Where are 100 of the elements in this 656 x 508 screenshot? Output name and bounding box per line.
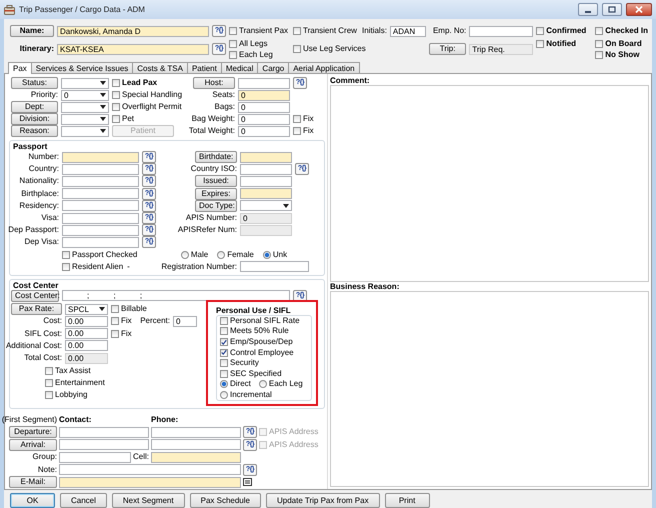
dropdown[interactable]: SPCL: [65, 304, 108, 315]
form-button[interactable]: Status:: [11, 77, 58, 89]
text-field[interactable]: 0.00: [65, 328, 108, 340]
radio-button[interactable]: Unk: [262, 250, 288, 259]
text-field[interactable]: [62, 236, 139, 248]
text-field[interactable]: [62, 176, 139, 187]
text-field[interactable]: [59, 426, 149, 438]
text-field[interactable]: [240, 188, 292, 200]
checkbox[interactable]: Confirmed: [536, 27, 586, 35]
dialog-button[interactable]: Pax Schedule: [190, 493, 261, 508]
business-reason-field[interactable]: [330, 290, 649, 487]
checkbox[interactable]: Transient Crew: [293, 27, 357, 35]
checkbox[interactable]: Control Employee: [220, 348, 308, 357]
dialog-button[interactable]: Update Trip Pax from Pax: [266, 493, 380, 508]
tab[interactable]: Patient: [186, 62, 222, 73]
radio-button[interactable]: Each Leg: [258, 380, 303, 388]
checkbox[interactable]: All Legs: [229, 40, 268, 48]
tab[interactable]: Aerial Application: [288, 62, 360, 73]
text-field[interactable]: [469, 26, 534, 36]
text-field[interactable]: [62, 188, 139, 200]
text-field[interactable]: [238, 78, 290, 88]
form-button[interactable]: Birthdate:: [195, 151, 237, 164]
form-button[interactable]: Departure:: [9, 426, 57, 438]
text-field[interactable]: 0: [238, 126, 290, 136]
radio-button[interactable]: Incremental: [220, 391, 272, 400]
text-field[interactable]: 0.00: [65, 316, 108, 327]
text-field[interactable]: [62, 164, 139, 175]
text-field[interactable]: 0.00: [65, 352, 108, 364]
radio-button[interactable]: Male: [180, 250, 208, 259]
text-field[interactable]: [151, 426, 241, 438]
text-field[interactable]: Trip Req.: [469, 44, 534, 54]
checkbox[interactable]: Lead Pax: [112, 79, 158, 87]
form-button[interactable]: E-Mail:: [9, 476, 57, 488]
checkbox[interactable]: Fix: [293, 115, 314, 123]
text-field[interactable]: ; ; ;: [62, 290, 290, 302]
checkbox[interactable]: Lobbying: [45, 391, 88, 400]
tab[interactable]: Medical: [220, 62, 258, 73]
form-button[interactable]: Pax Rate:: [11, 303, 62, 316]
text-field[interactable]: 0: [238, 90, 290, 100]
checkbox[interactable]: Use Leg Services: [293, 45, 366, 53]
radio-button[interactable]: Female: [217, 250, 254, 259]
checkbox[interactable]: Overflight Permit: [112, 103, 182, 111]
form-button[interactable]: Name:: [10, 25, 54, 37]
text-field[interactable]: [240, 152, 292, 163]
form-button[interactable]: Dept:: [11, 101, 58, 113]
checkbox[interactable]: Fix: [111, 317, 132, 326]
form-button[interactable]: Division:: [11, 113, 58, 125]
dropdown[interactable]: [61, 102, 109, 112]
checkbox[interactable]: Passport Checked: [62, 250, 138, 259]
checkbox[interactable]: Entertainment: [45, 378, 105, 387]
text-field[interactable]: [240, 176, 292, 187]
tab[interactable]: Services & Service Issues: [30, 62, 134, 73]
checkbox[interactable]: Meets 50% Rule: [220, 327, 308, 336]
form-button[interactable]: Issued:: [195, 175, 237, 188]
checkbox[interactable]: Transient Pax: [229, 27, 288, 35]
form-button[interactable]: Arrival:: [9, 438, 57, 451]
maximize-button[interactable]: [602, 3, 622, 16]
text-field[interactable]: [59, 464, 241, 476]
tab[interactable]: Pax: [8, 62, 32, 74]
tab[interactable]: Cargo: [257, 62, 290, 73]
dropdown[interactable]: [61, 78, 109, 88]
text-field[interactable]: 0: [173, 316, 197, 327]
form-button[interactable]: Reason:: [11, 125, 58, 137]
form-button[interactable]: Cost Center:: [11, 290, 59, 302]
text-field[interactable]: [62, 224, 139, 236]
dropdown[interactable]: [61, 126, 109, 136]
dropdown[interactable]: 0: [61, 90, 109, 100]
checkbox[interactable]: Personal SIFL Rate: [220, 316, 308, 325]
form-button[interactable]: Expires:: [195, 188, 237, 200]
dropdown[interactable]: [61, 114, 109, 124]
text-field[interactable]: KSAT-KSEA: [57, 44, 209, 54]
text-field[interactable]: [240, 261, 309, 272]
checkbox[interactable]: Fix: [111, 330, 132, 338]
checkbox[interactable]: Billable: [111, 305, 147, 314]
text-field[interactable]: [240, 224, 292, 236]
close-button[interactable]: [626, 3, 652, 16]
text-field[interactable]: [59, 452, 131, 463]
text-field[interactable]: [151, 439, 241, 450]
text-field[interactable]: [59, 439, 149, 450]
checkbox[interactable]: Security: [220, 359, 308, 368]
text-field[interactable]: Dankowski, Amanda D: [57, 26, 209, 36]
tab[interactable]: Costs & TSA: [132, 62, 188, 73]
checkbox[interactable]: Emp/Spouse/Dep: [220, 338, 308, 346]
form-button[interactable]: Host:: [193, 77, 235, 89]
text-field[interactable]: [240, 164, 292, 175]
checkbox[interactable]: Pet: [112, 115, 134, 123]
checkbox[interactable]: Fix: [293, 127, 314, 135]
text-field[interactable]: 0: [238, 102, 290, 112]
minimize-button[interactable]: [578, 3, 598, 16]
text-field[interactable]: [151, 452, 241, 463]
text-field[interactable]: 0: [238, 114, 290, 124]
dialog-button[interactable]: OK: [10, 493, 55, 508]
checkbox[interactable]: Resident Alien: [62, 262, 124, 271]
checkbox[interactable]: Notified: [536, 40, 576, 48]
comment-field[interactable]: [330, 85, 649, 282]
text-field[interactable]: [62, 212, 139, 224]
text-field[interactable]: 0.00: [65, 340, 108, 352]
form-button[interactable]: Doc Type:: [195, 200, 237, 212]
text-field[interactable]: [62, 152, 139, 163]
text-field[interactable]: ADAN: [390, 26, 426, 36]
